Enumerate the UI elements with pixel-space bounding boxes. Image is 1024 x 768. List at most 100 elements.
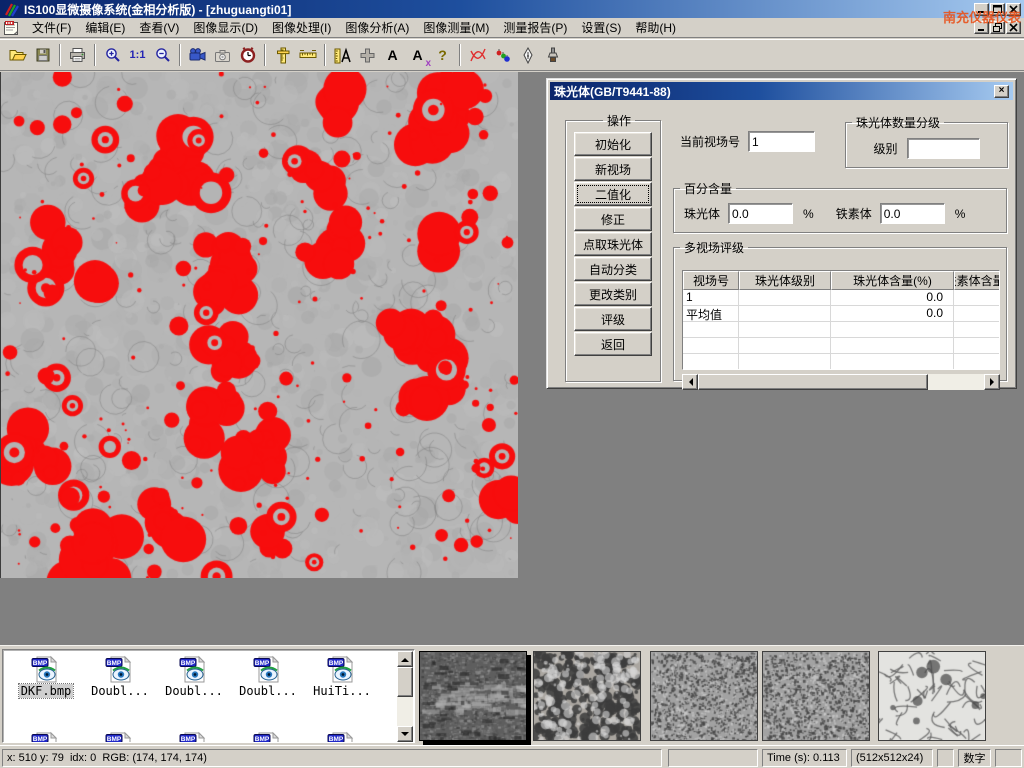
file-item[interactable]: BMPDoubl... xyxy=(231,654,305,698)
pick-pearlite-button[interactable]: 点取珠光体 xyxy=(574,232,652,256)
file-item[interactable]: BMPHuiTi... xyxy=(305,654,379,698)
svg-text:BMP: BMP xyxy=(33,660,48,667)
toolbar: 1:1 A Ax ? xyxy=(0,39,1024,71)
maximize-button[interactable] xyxy=(990,3,1005,16)
menu-settings[interactable]: 设置(S) xyxy=(574,17,628,38)
timer-clock-icon[interactable] xyxy=(235,43,260,68)
status-empty-panel xyxy=(995,749,1022,767)
menu-image-analysis[interactable]: 图像分析(A) xyxy=(338,17,416,38)
file-item[interactable]: BMPDoubl... xyxy=(157,654,231,698)
level-input[interactable] xyxy=(907,138,980,159)
mdi-close-button[interactable] xyxy=(1006,21,1021,34)
menu-image-display[interactable]: 图像显示(D) xyxy=(186,17,265,38)
table-hscrollbar[interactable] xyxy=(682,374,1000,390)
curve-tool-icon[interactable] xyxy=(465,43,490,68)
cell-content: 0.0 xyxy=(831,290,954,305)
table-row[interactable]: 平均值 0.0 xyxy=(683,306,999,322)
menu-help[interactable]: 帮助(H) xyxy=(628,17,683,38)
mdi-restore-button[interactable] xyxy=(990,21,1005,34)
text-delete-icon[interactable]: Ax xyxy=(405,43,430,68)
scroll-right-button[interactable] xyxy=(984,374,1000,390)
init-button[interactable]: 初始化 xyxy=(574,132,652,156)
auto-classify-button[interactable]: 自动分类 xyxy=(574,257,652,281)
file-list[interactable]: BMPDKF.bmpBMPDoubl...BMPDoubl...BMPDoubl… xyxy=(2,649,415,743)
thumbnail-1[interactable] xyxy=(419,651,527,741)
thumbnail-4[interactable] xyxy=(762,651,870,741)
new-field-button[interactable]: 新视场 xyxy=(574,157,652,181)
brush-tool-icon[interactable] xyxy=(540,43,565,68)
svg-text:BMP: BMP xyxy=(255,736,270,743)
file-item[interactable]: BMPDKF.bmp xyxy=(9,654,83,698)
hscroll-thumb[interactable] xyxy=(698,374,928,390)
menu-file[interactable]: 文件(F) xyxy=(25,17,78,38)
file-item[interactable]: BMPDoubl... xyxy=(83,654,157,698)
caliper-measure-icon[interactable] xyxy=(270,43,295,68)
minimize-button[interactable] xyxy=(974,3,989,16)
move-tool-icon[interactable] xyxy=(355,43,380,68)
video-capture-icon[interactable] xyxy=(185,43,210,68)
scroll-left-button[interactable] xyxy=(682,374,698,390)
file-item[interactable]: BMP xyxy=(231,730,305,743)
file-item[interactable]: BMP xyxy=(83,730,157,743)
pen-tool-icon[interactable] xyxy=(515,43,540,68)
correct-button[interactable]: 修正 xyxy=(574,207,652,231)
scroll-up-button[interactable] xyxy=(397,651,413,667)
svg-text:BMP: BMP xyxy=(329,660,344,667)
dialog-close-button[interactable]: × xyxy=(994,85,1009,98)
pearlite-percent-input[interactable] xyxy=(728,203,793,224)
ferrite-label: 铁素体 xyxy=(836,205,872,222)
table-row[interactable]: 1 0.0 xyxy=(683,290,999,306)
text-measure-icon[interactable] xyxy=(330,43,355,68)
close-button[interactable] xyxy=(1006,3,1021,16)
thumbnail-3[interactable] xyxy=(650,651,758,741)
menu-view[interactable]: 查看(V) xyxy=(132,17,186,38)
file-item[interactable]: BMP xyxy=(305,730,379,743)
menu-image-process[interactable]: 图像处理(I) xyxy=(265,17,338,38)
status-empty-panel xyxy=(937,749,954,767)
ferrite-percent-input[interactable] xyxy=(880,203,945,224)
current-field-input[interactable] xyxy=(748,131,815,152)
table-row-empty xyxy=(683,338,999,354)
thumbnail-5[interactable] xyxy=(878,651,986,741)
time-status: Time (s): 0.113 xyxy=(762,749,847,767)
zoom-out-icon[interactable] xyxy=(150,43,175,68)
table-row-empty xyxy=(683,322,999,338)
camera-capture-icon[interactable] xyxy=(210,43,235,68)
binarize-button[interactable]: 二值化 xyxy=(574,182,652,206)
thumbnail-2[interactable] xyxy=(533,651,641,741)
grade-group-title: 珠光体数量分级 xyxy=(852,114,944,131)
file-name: Doubl... xyxy=(163,684,225,698)
print-icon[interactable] xyxy=(65,43,90,68)
vscroll-thumb[interactable] xyxy=(397,667,413,697)
actual-size-icon[interactable]: 1:1 xyxy=(125,43,150,68)
file-browser-panel: BMPDKF.bmpBMPDoubl...BMPDoubl...BMPDoubl… xyxy=(0,645,1024,745)
document-icon[interactable] xyxy=(3,20,21,36)
text-annotate-icon[interactable]: A xyxy=(380,43,405,68)
micrograph-image[interactable] xyxy=(0,72,518,578)
menu-report[interactable]: 测量报告(P) xyxy=(496,17,574,38)
rate-button[interactable]: 评级 xyxy=(574,307,652,331)
cell-ferrite xyxy=(954,306,1000,321)
zoom-in-icon[interactable] xyxy=(100,43,125,68)
return-button[interactable]: 返回 xyxy=(574,332,652,356)
classify-points-icon[interactable] xyxy=(490,43,515,68)
grade-group: 珠光体数量分级 级别 xyxy=(845,114,1008,168)
cell-level xyxy=(739,306,831,321)
open-file-icon[interactable] xyxy=(5,43,30,68)
file-list-vscrollbar[interactable] xyxy=(397,651,413,742)
change-class-button[interactable]: 更改类别 xyxy=(574,282,652,306)
file-item[interactable]: BMP xyxy=(9,730,83,743)
col-header-pearlite-level: 珠光体级别 xyxy=(739,271,831,290)
ruler-measure-icon[interactable] xyxy=(295,43,320,68)
file-item[interactable]: BMP xyxy=(157,730,231,743)
save-file-icon[interactable] xyxy=(30,43,55,68)
mdi-minimize-button[interactable] xyxy=(974,21,989,34)
current-field-label: 当前视场号 xyxy=(680,133,740,150)
scroll-down-button[interactable] xyxy=(397,726,413,742)
help-icon[interactable]: ? xyxy=(430,43,455,68)
percent-sign: % xyxy=(955,207,966,221)
svg-text:BMP: BMP xyxy=(329,736,344,743)
menu-edit[interactable]: 编辑(E) xyxy=(78,17,132,38)
menu-image-measure[interactable]: 图像测量(M) xyxy=(416,17,496,38)
hscroll-track[interactable] xyxy=(698,374,984,390)
